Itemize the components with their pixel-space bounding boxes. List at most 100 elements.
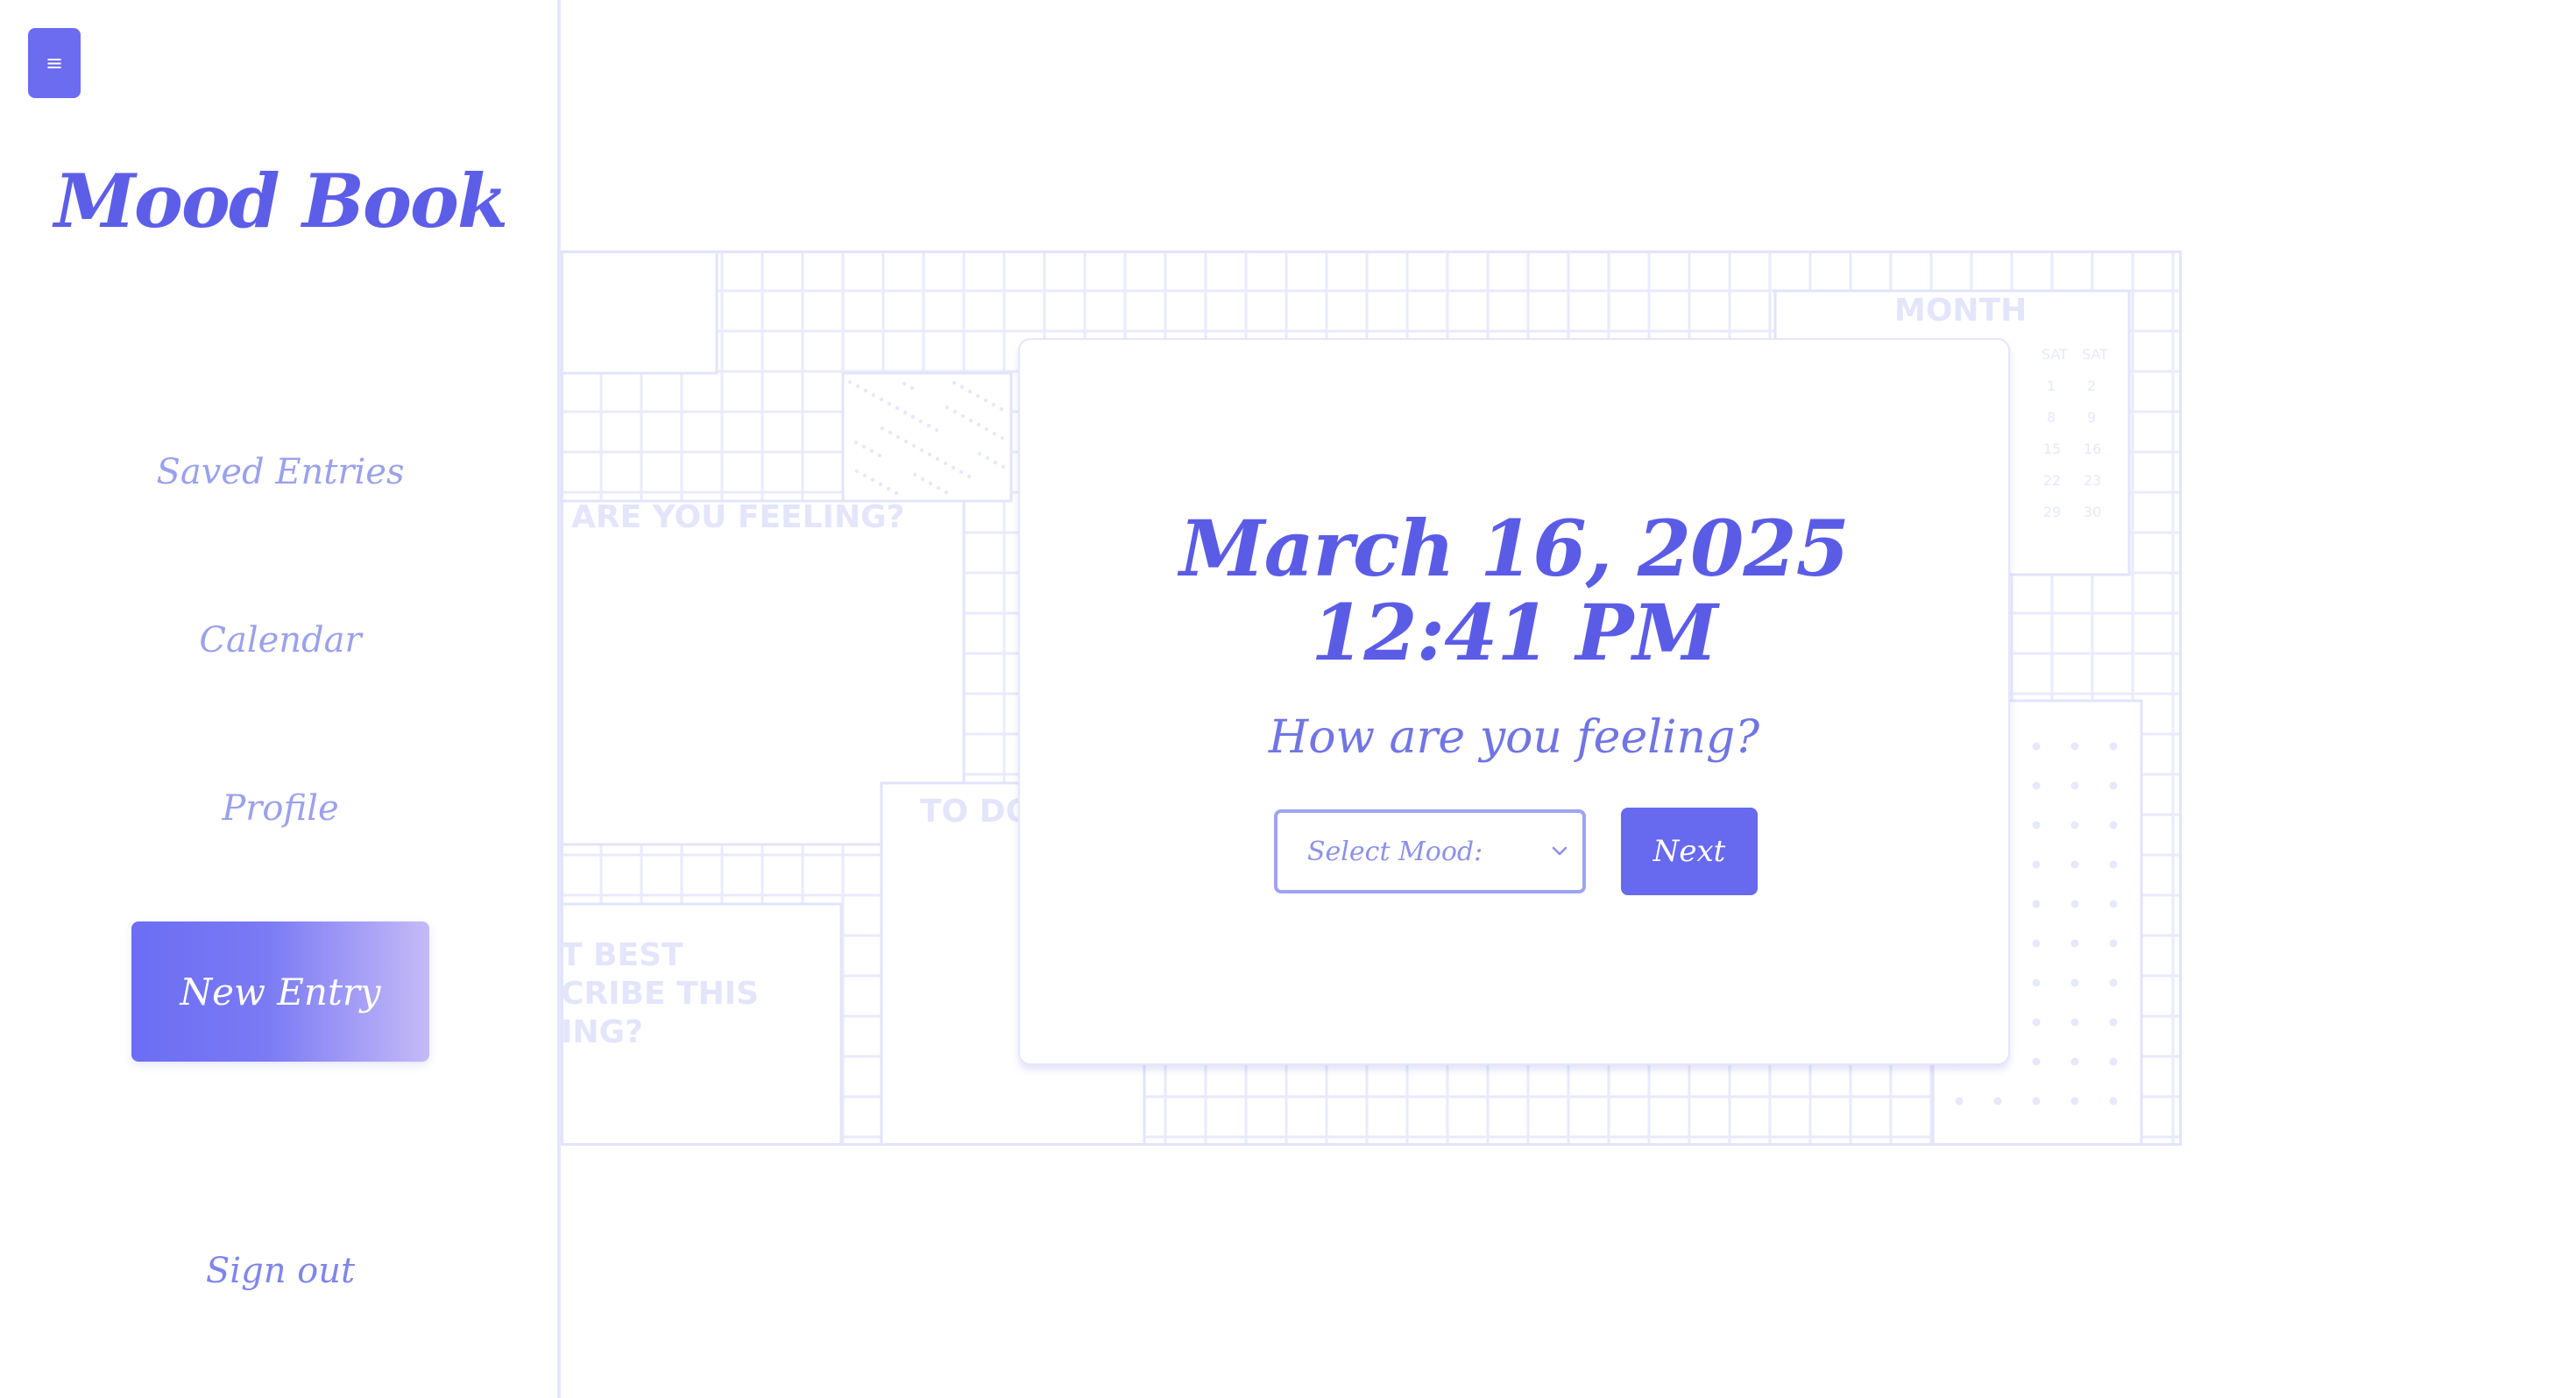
bg-dot: [2032, 1057, 2041, 1066]
chevron-down-icon: [1552, 846, 1568, 856]
bg-speckle: [894, 491, 899, 496]
bg-speckle: [944, 490, 949, 495]
sidebar-item-calendar[interactable]: Calendar: [0, 620, 561, 660]
bg-speckle: [928, 481, 933, 486]
bg-dot: [1955, 1097, 1964, 1105]
bg-speckle: [975, 393, 980, 399]
bg-speckle: [993, 460, 998, 465]
bg-speckle: [888, 430, 893, 435]
bg-cal-num: 2: [2087, 378, 2096, 394]
new-entry-card: March 16, 2025 12:41 PM How are you feel…: [1018, 338, 2010, 1065]
bg-speckle: [983, 398, 988, 403]
bg-speckle: [984, 427, 989, 432]
bg-speckle: [870, 477, 875, 483]
next-button[interactable]: Next: [1621, 808, 1758, 895]
bg-text-best: T BEST: [561, 937, 683, 973]
bg-cal-day: SAT: [2082, 346, 2108, 363]
bg-speckle: [863, 388, 868, 393]
bg-dot: [2032, 939, 2041, 948]
bg-speckle: [855, 384, 860, 389]
bg-cal-num: 8: [2047, 409, 2056, 426]
bg-speckle: [926, 423, 931, 428]
bg-speckle: [985, 455, 990, 461]
bg-speckle: [910, 414, 916, 420]
bg-dot: [2032, 821, 2041, 830]
sidebar-item-profile[interactable]: Profile: [0, 788, 561, 829]
bg-dot: [2070, 742, 2079, 751]
bg-cal-num: 30: [2084, 504, 2101, 520]
bg-sheet: [561, 251, 718, 375]
bg-speckle: [992, 431, 997, 436]
bg-speckle: [935, 456, 940, 462]
bg-speckle: [960, 413, 966, 419]
bg-speckle: [912, 472, 917, 477]
bg-dot: [2109, 742, 2118, 751]
bg-speckle: [878, 482, 883, 487]
bg-dot: [2070, 1097, 2079, 1105]
bg-dot: [2109, 1097, 2118, 1105]
bg-cal-num: 29: [2043, 504, 2061, 520]
bg-speckle: [919, 448, 924, 453]
bg-speckle: [945, 405, 950, 410]
bg-speckle: [861, 444, 867, 449]
bg-dot: [2070, 1018, 2079, 1027]
bg-speckle: [895, 434, 901, 440]
bg-text-describe: CRIBE THIS: [561, 976, 759, 1012]
bg-speckle: [886, 486, 891, 491]
bg-speckle: [959, 470, 964, 475]
bg-cal-num: 23: [2084, 472, 2101, 489]
bg-dot: [2070, 939, 2079, 948]
entry-date: March 16, 2025: [1179, 503, 1850, 594]
bg-speckle: [991, 402, 996, 407]
bg-speckle: [903, 439, 909, 444]
bg-speckle: [967, 389, 973, 394]
bg-dot: [2070, 900, 2079, 908]
bg-dot: [2070, 860, 2079, 869]
bg-dot: [2070, 821, 2079, 830]
bg-speckle: [854, 469, 860, 474]
bg-speckle: [853, 440, 859, 445]
hamburger-menu-icon[interactable]: ≡: [28, 28, 81, 98]
page: ≡ Mood Book Saved Entries Calendar Profi…: [0, 0, 2576, 1398]
bg-speckle: [976, 422, 981, 427]
bg-speckle: [918, 419, 924, 424]
bg-dot: [2070, 978, 2079, 987]
bg-text-todo: TO DO: [920, 794, 1032, 830]
bg-cal-num: 22: [2043, 472, 2061, 489]
bg-speckle: [877, 453, 882, 458]
bg-speckle: [952, 409, 958, 414]
bg-dot: [2109, 939, 2118, 948]
bg-dot: [2032, 860, 2041, 869]
bg-speckle: [847, 379, 853, 385]
bg-dot: [2032, 1018, 2041, 1027]
bg-speckle: [879, 397, 884, 402]
sign-out-link[interactable]: Sign out: [0, 1251, 561, 1291]
bg-speckle: [880, 426, 885, 431]
bg-dot: [2032, 1097, 2041, 1105]
sidebar-item-new-entry[interactable]: New Entry: [131, 921, 429, 1062]
bg-speckle: [902, 381, 907, 386]
bg-speckle: [968, 418, 973, 423]
bg-speckle: [871, 392, 876, 398]
bg-speckle: [911, 443, 916, 448]
bg-speckle: [902, 410, 908, 415]
bg-text-ing: ING?: [561, 1014, 643, 1050]
bg-speckle: [936, 485, 941, 491]
mood-select[interactable]: Select Mood:: [1274, 809, 1586, 893]
bg-cal-num: 16: [2084, 441, 2101, 457]
bg-dot: [2032, 900, 2041, 908]
bg-speckle: [927, 452, 932, 457]
bg-dot: [2070, 781, 2079, 790]
bg-speckle: [943, 461, 948, 466]
bg-speckle: [909, 385, 915, 391]
bg-dot: [2109, 1057, 2118, 1066]
bg-speckle: [920, 477, 925, 482]
bg-sheet: [841, 371, 1013, 503]
sidebar-item-saved-entries[interactable]: Saved Entries: [0, 452, 561, 492]
bg-dot: [2070, 1057, 2079, 1066]
bg-dot: [2109, 821, 2118, 830]
mood-select-value: Select Mood:: [1307, 836, 1483, 867]
bg-dot: [2032, 978, 2041, 987]
bg-dot: [2109, 860, 2118, 869]
bg-speckle: [952, 380, 957, 385]
